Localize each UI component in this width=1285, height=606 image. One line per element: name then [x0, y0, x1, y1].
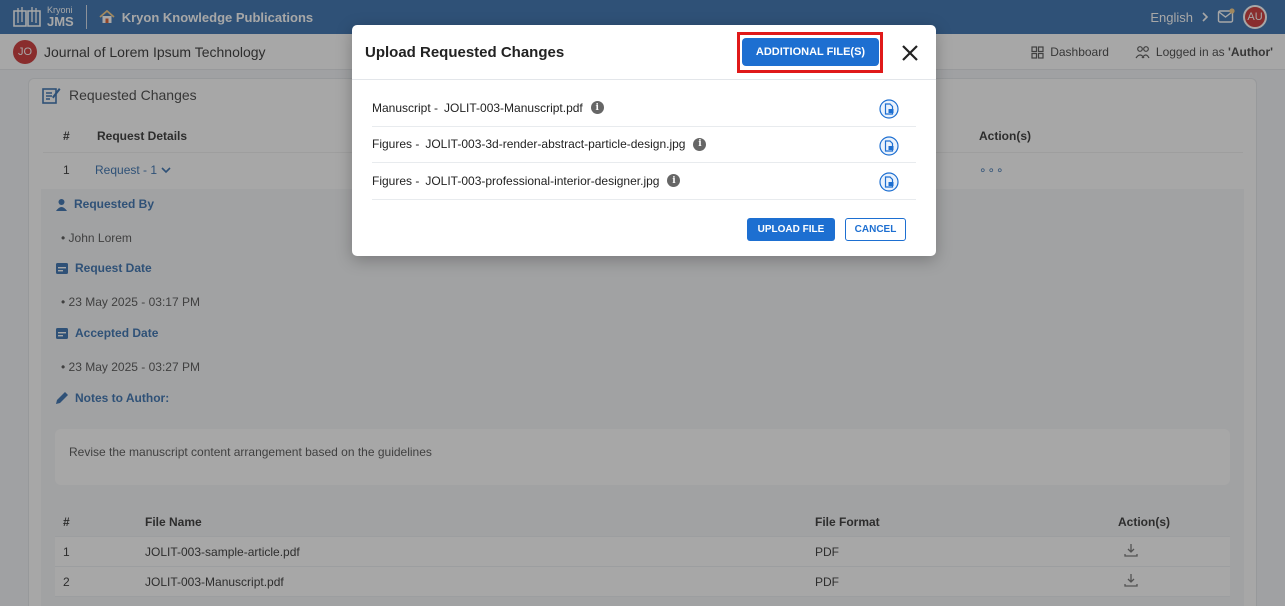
file-upload-icon[interactable] — [879, 99, 899, 122]
modal-file-list: Manuscript - JOLIT-003-Manuscript.pdf i … — [372, 90, 916, 200]
file-type-label: Figures - — [372, 173, 420, 188]
file-type-label: Manuscript - — [372, 100, 439, 115]
file-name: JOLIT-003-professional-interior-designer… — [425, 173, 660, 188]
file-name: JOLIT-003-Manuscript.pdf — [444, 100, 583, 115]
list-item: Figures - JOLIT-003-3d-render-abstract-p… — [372, 127, 916, 163]
modal-header: Upload Requested Changes ADDITIONAL FILE… — [352, 25, 936, 80]
additional-files-button[interactable]: ADDITIONAL FILE(S) — [742, 38, 879, 66]
upload-changes-modal: Upload Requested Changes ADDITIONAL FILE… — [352, 25, 936, 256]
list-item: Manuscript - JOLIT-003-Manuscript.pdf i — [372, 90, 916, 127]
info-icon[interactable]: i — [590, 101, 604, 115]
close-icon[interactable] — [900, 43, 920, 63]
info-icon[interactable]: i — [667, 174, 681, 188]
cancel-button[interactable]: CANCEL — [845, 218, 906, 241]
file-type-label: Figures - — [372, 137, 420, 152]
info-icon[interactable]: i — [693, 137, 707, 151]
list-item: Figures - JOLIT-003-professional-interio… — [372, 163, 916, 200]
upload-file-button[interactable]: UPLOAD FILE — [747, 218, 835, 241]
modal-title: Upload Requested Changes — [365, 44, 565, 61]
file-upload-icon[interactable] — [879, 172, 899, 195]
file-name: JOLIT-003-3d-render-abstract-particle-de… — [425, 137, 686, 152]
file-upload-icon[interactable] — [879, 135, 899, 159]
